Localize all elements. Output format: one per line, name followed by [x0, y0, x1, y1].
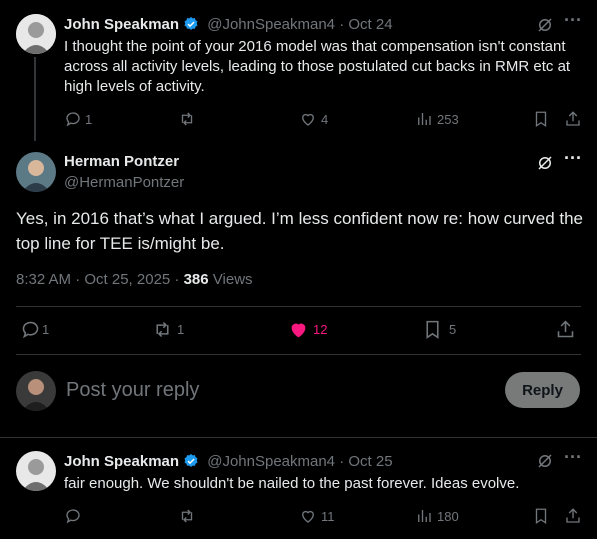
separator: · — [339, 16, 345, 33]
share-icon — [566, 111, 580, 126]
heart-icon — [302, 113, 314, 126]
reply-button[interactable]: 1 — [20, 319, 49, 340]
reply-input[interactable]: Post your reply — [66, 379, 199, 402]
avatar-john-speakman-image — [16, 14, 56, 54]
grok-icon[interactable] — [536, 154, 554, 177]
author-name[interactable]: John Speakman — [64, 16, 179, 33]
bookmark-icon — [535, 111, 547, 128]
tweet-text: Yes, in 2016 that’s what I argued. I’m l… — [16, 209, 584, 253]
reply-button[interactable] — [64, 507, 82, 525]
tweet-actions: 11 180 — [64, 507, 586, 527]
repost-button[interactable] — [178, 507, 196, 525]
avatar[interactable] — [16, 152, 56, 192]
analytics-icon — [418, 510, 431, 522]
author-name[interactable]: Herman Pontzer — [64, 153, 179, 170]
repost-button[interactable] — [178, 110, 196, 128]
grok-icon[interactable] — [536, 16, 554, 39]
heart-filled-icon — [291, 323, 306, 338]
author-name[interactable]: John Speakman — [64, 453, 179, 470]
reply-icon — [66, 112, 80, 127]
views-label: Views — [208, 271, 253, 288]
views-button[interactable]: 253 — [415, 110, 459, 128]
reply-count: 1 — [42, 322, 50, 337]
like-button[interactable]: 4 — [299, 110, 328, 128]
like-button[interactable]: 12 — [288, 319, 327, 340]
tweet-header: John Speakman @JohnSpeakman4 · Oct 24 — [64, 16, 393, 33]
more-options-icon[interactable]: ··· — [564, 148, 582, 169]
share-icon — [566, 508, 580, 523]
repost-icon — [181, 112, 193, 126]
tweet-actions: 1 1 12 5 — [16, 319, 581, 341]
verified-badge-icon — [184, 17, 198, 30]
post-date[interactable]: Oct 25 — [348, 453, 392, 470]
views-count: 386 — [183, 271, 209, 288]
bookmark-button[interactable] — [532, 507, 550, 525]
reply-button[interactable]: Reply — [505, 372, 580, 408]
tweet-header: John Speakman @JohnSpeakman4 · Oct 25 — [64, 453, 393, 470]
share-button[interactable] — [564, 507, 582, 525]
separator: · — [339, 453, 345, 470]
thread-connector — [34, 57, 36, 141]
avatar-john-speakman-image — [16, 451, 56, 491]
like-count: 11 — [321, 508, 335, 524]
avatar-current-user-image — [16, 371, 56, 411]
heart-icon — [302, 510, 314, 523]
reply-icon — [22, 321, 39, 339]
reply-count: 1 — [85, 111, 93, 127]
reply-button[interactable]: 1 — [64, 110, 92, 128]
avatar[interactable] — [16, 451, 56, 491]
share-icon — [557, 320, 574, 338]
author-handle[interactable]: @HermanPontzer — [64, 174, 184, 191]
repost-icon — [156, 321, 169, 338]
reply-icon — [66, 509, 80, 524]
bookmark-icon — [426, 320, 439, 339]
avatar-herman-pontzer-image — [16, 152, 56, 192]
tweet-timestamp: 8:32 AM · Oct 25, 2025 · 386 Views — [16, 271, 253, 288]
views-count: 253 — [437, 111, 459, 127]
tweet-actions: 1 4 253 — [64, 110, 586, 130]
current-user-avatar[interactable] — [16, 371, 56, 411]
divider — [16, 306, 581, 307]
like-count: 4 — [321, 111, 329, 127]
repost-button[interactable]: 1 — [152, 319, 184, 340]
bookmark-button[interactable] — [532, 110, 550, 128]
grok-icon[interactable] — [536, 452, 554, 475]
like-count: 12 — [313, 322, 328, 337]
more-options-icon[interactable]: ··· — [564, 10, 582, 31]
views-button[interactable]: 180 — [415, 507, 459, 525]
like-button[interactable]: 11 — [299, 507, 335, 525]
author-handle[interactable]: @JohnSpeakman4 — [207, 16, 335, 33]
divider — [16, 354, 581, 355]
bookmark-icon — [535, 508, 547, 525]
divider — [0, 437, 597, 438]
views-count: 180 — [437, 508, 459, 524]
bookmark-count: 5 — [449, 322, 457, 337]
share-button[interactable] — [564, 110, 582, 128]
post-date[interactable]: Oct 24 — [348, 16, 392, 33]
share-button[interactable] — [555, 319, 576, 340]
repost-count: 1 — [177, 322, 185, 337]
author-handle[interactable]: @JohnSpeakman4 — [207, 453, 335, 470]
tweet-text: I thought the point of your 2016 model w… — [64, 38, 571, 95]
more-options-icon[interactable]: ··· — [564, 447, 582, 468]
post-time[interactable]: 8:32 AM · Oct 25, 2025 · — [16, 271, 184, 288]
bookmark-button[interactable]: 5 — [422, 319, 456, 340]
avatar[interactable] — [16, 14, 56, 54]
analytics-icon — [418, 113, 431, 125]
tweet-text: fair enough. We shouldn't be nailed to t… — [64, 475, 520, 492]
verified-badge-icon — [184, 454, 198, 467]
repost-icon — [181, 509, 193, 523]
